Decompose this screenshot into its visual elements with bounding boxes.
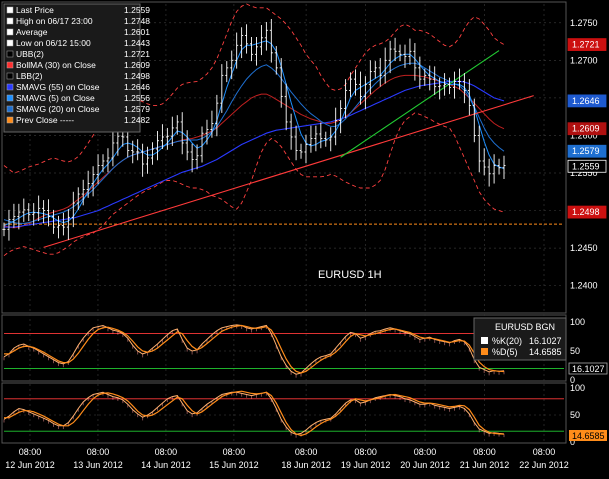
legend-swatch	[6, 72, 14, 80]
x-tick-date: 21 Jun 2012	[460, 460, 510, 470]
legend-label: LBB(2)	[16, 71, 43, 81]
legend-label: Average	[16, 27, 48, 37]
legend-label: SMAVG (20) on Close	[16, 104, 100, 114]
y-tick-label: 1.2750	[570, 18, 598, 28]
chart-title: EURUSD 1H	[318, 269, 382, 281]
stoch-d-tag: 14.6585	[572, 431, 605, 441]
stoch-legend: EURUSD BGN %K(20) 16.1027 %D(5) 14.6585	[473, 317, 567, 361]
stoch-d-swatch	[481, 348, 488, 355]
x-tick-time: 08:00	[354, 447, 377, 457]
legend-swatch	[6, 94, 14, 102]
stoch-k-tag: 16.1027	[572, 364, 605, 374]
legend-swatch	[6, 28, 14, 36]
legend: Last Price 1.2559 High on 06/17 23:00 1.274…	[3, 3, 150, 133]
legend-value: 1.2721	[124, 49, 150, 59]
x-tick-time: 08:00	[295, 447, 318, 457]
x-tick-time: 08:00	[414, 447, 437, 457]
x-tick-time: 08:00	[19, 447, 42, 457]
y-tick-label: 1.2450	[570, 243, 598, 253]
stoch-y-tick-label: 50	[570, 410, 580, 420]
stoch-legend-title: EURUSD BGN	[495, 322, 555, 332]
legend-value: 1.2559	[124, 5, 150, 15]
stoch-k-value: 16.1027	[529, 336, 562, 346]
legend-swatch	[6, 83, 14, 91]
price-tag-label: 1.2609	[572, 124, 600, 134]
legend-entries: Last Price 1.2559 High on 06/17 23:00 1.274…	[6, 5, 150, 125]
stoch-y-tick-label: 100	[570, 317, 585, 327]
legend-swatch	[6, 6, 14, 14]
x-tick-time: 08:00	[87, 447, 110, 457]
chart-root: 100500100500 1.24001.24501.25001.25501.2…	[0, 0, 609, 474]
x-tick-time: 08:00	[473, 447, 496, 457]
x-tick-date: 22 Jun 2012	[519, 460, 569, 470]
legend-label: BollMA (30) on Close	[16, 60, 96, 70]
legend-swatch	[6, 116, 14, 124]
legend-label: SMAVG (5) on Close	[16, 93, 95, 103]
x-tick-date: 15 Jun 2012	[209, 460, 259, 470]
price-tag-label: 1.2579	[572, 146, 600, 156]
price-tag-label: 1.2646	[572, 96, 600, 106]
legend-swatch	[6, 50, 14, 58]
stoch-y-tick-label: 50	[570, 346, 580, 356]
legend-label: Last Price	[16, 5, 54, 15]
legend-swatch	[6, 105, 14, 113]
legend-label: Low on 06/12 15:00	[16, 38, 91, 48]
legend-value: 1.2601	[124, 27, 150, 37]
price-tag-label: 1.2559	[572, 161, 600, 171]
legend-swatch	[6, 61, 14, 69]
stoch-k-label: %K(20)	[492, 336, 522, 346]
x-tick-date: 14 Jun 2012	[141, 460, 191, 470]
legend-label: High on 06/17 23:00	[16, 16, 93, 26]
x-tick-date: 12 Jun 2012	[5, 460, 55, 470]
legend-swatch	[6, 17, 14, 25]
legend-value: 1.2482	[124, 115, 150, 125]
legend-value: 1.2556	[124, 93, 150, 103]
x-tick-time: 08:00	[155, 447, 178, 457]
y-tick-label: 1.2700	[570, 55, 598, 65]
x-tick-date: 13 Jun 2012	[73, 460, 123, 470]
x-tick-date: 18 Jun 2012	[281, 460, 331, 470]
legend-label: UBB(2)	[16, 49, 44, 59]
legend-value: 1.2609	[124, 60, 150, 70]
stoch-d-value: 14.6585	[529, 347, 562, 357]
legend-label: SMAVG (55) on Close	[16, 82, 100, 92]
price-tag-label: 1.2498	[572, 207, 600, 217]
x-tick-time: 08:00	[223, 447, 246, 457]
chart-svg: 100500100500 1.24001.24501.25001.25501.2…	[0, 0, 609, 474]
legend-label: Prev Close -----	[16, 115, 74, 125]
x-tick-date: 20 Jun 2012	[400, 460, 450, 470]
legend-value: 1.2748	[124, 16, 150, 26]
stoch-y-tick-label: 100	[570, 383, 585, 393]
price-tag-label: 1.2721	[572, 40, 600, 50]
legend-value: 1.2498	[124, 71, 150, 81]
y-tick-label: 1.2400	[570, 281, 598, 291]
legend-value: 1.2579	[124, 104, 150, 114]
legend-value: 1.2443	[124, 38, 150, 48]
legend-value: 1.2646	[124, 82, 150, 92]
stoch-k-swatch	[481, 337, 488, 344]
stoch-d-label: %D(5)	[492, 347, 518, 357]
legend-swatch	[6, 39, 14, 47]
x-tick-time: 08:00	[533, 447, 556, 457]
x-tick-date: 19 Jun 2012	[341, 460, 391, 470]
